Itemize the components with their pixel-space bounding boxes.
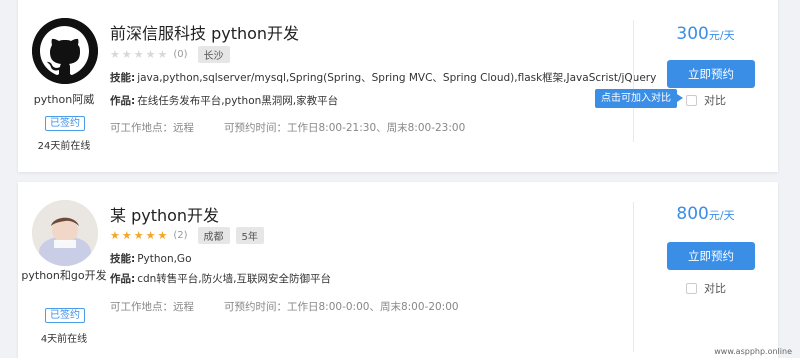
rating-stars: ★ ★ ★ ★ ★ (2) 成都 5年 <box>110 227 270 244</box>
meta-line: 可工作地点：远程 可预约时间：工作日8:00-21:30、周末8:00-23:00 <box>110 120 495 135</box>
username[interactable]: python和go开发 <box>18 268 110 283</box>
work-location: 可工作地点：远程 <box>110 301 194 313</box>
listing-title[interactable]: 前深信服科技 python开发 <box>110 20 299 44</box>
listing-card[interactable]: python和go开发 已签约 4天前在线 某 python开发 ★ ★ ★ ★… <box>18 182 778 358</box>
star-icon: ★ <box>157 48 168 61</box>
skills-label: 技能: <box>110 72 136 84</box>
skills-text: Python,Go <box>137 253 192 265</box>
works-label: 作品: <box>110 95 136 107</box>
star-icon: ★ <box>157 229 168 242</box>
works-text: 在线任务发布平台,python黑洞网,家教平台 <box>137 95 339 107</box>
works-line: 作品: cdn转售平台,防火墙,互联网安全防御平台 <box>110 271 331 286</box>
price: 300元/天 <box>633 24 778 44</box>
experience-tag: 5年 <box>235 227 264 244</box>
works-line: 作品: 在线任务发布平台,python黑洞网,家教平台 <box>110 93 338 108</box>
compare-checkbox[interactable] <box>686 94 697 106</box>
location-tag: 长沙 <box>197 46 230 63</box>
skills-line: 技能: java,python,sqlserver/mysql,Spring(Sp… <box>110 70 656 85</box>
online-status: 4天前在线 <box>40 334 88 345</box>
listing-card[interactable]: python阿威 已签约 24天前在线 前深信服科技 python开发 ★ ★ … <box>18 0 778 172</box>
star-icon: ★ <box>145 229 156 242</box>
star-icon: ★ <box>110 229 120 242</box>
compare-tooltip: 点击可加入对比 <box>595 89 683 108</box>
compare-toggle[interactable]: 对比 <box>686 280 726 296</box>
username[interactable]: python阿威 <box>18 92 110 107</box>
star-icon: ★ <box>133 48 144 61</box>
github-octocat-icon[interactable] <box>32 18 98 84</box>
rating-count: (0) <box>173 49 188 60</box>
book-now-button[interactable]: 立即预约 <box>667 60 755 88</box>
location-tag: 成都 <box>197 227 230 244</box>
rating-count: (2) <box>173 230 188 241</box>
price-value: 300 <box>676 24 709 44</box>
compare-toggle[interactable]: 对比 <box>686 92 726 108</box>
price-unit: 元/天 <box>708 209 735 222</box>
signed-badge: 已签约 <box>45 116 85 131</box>
star-icon: ★ <box>110 48 120 61</box>
compare-label: 对比 <box>704 282 726 295</box>
watermark: www.aspphp.online <box>714 347 792 356</box>
meta-line: 可工作地点：远程 可预约时间：工作日8:00-0:00、周末8:00-20:00 <box>110 299 489 314</box>
star-icon: ★ <box>145 48 156 61</box>
work-location: 可工作地点：远程 <box>110 122 194 134</box>
available-time: 可预约时间：工作日8:00-21:30、周末8:00-23:00 <box>224 122 466 134</box>
rating-stars: ★ ★ ★ ★ ★ (0) 长沙 <box>110 46 236 63</box>
listing-title[interactable]: 某 python开发 <box>110 202 219 226</box>
skills-text: java,python,sqlserver/mysql,Spring(Sprin… <box>137 72 657 84</box>
online-status: 24天前在线 <box>37 141 91 152</box>
price-value: 800 <box>676 204 709 224</box>
price: 800元/天 <box>633 204 778 224</box>
available-time: 可预约时间：工作日8:00-0:00、周末8:00-20:00 <box>224 301 459 313</box>
works-text: cdn转售平台,防火墙,互联网安全防御平台 <box>137 273 331 285</box>
compare-checkbox[interactable] <box>686 282 697 294</box>
book-now-button[interactable]: 立即预约 <box>667 242 755 270</box>
divider <box>633 202 634 352</box>
compare-label: 对比 <box>704 94 726 107</box>
child-photo-avatar[interactable] <box>32 200 98 266</box>
star-icon: ★ <box>133 229 144 242</box>
star-icon: ★ <box>121 229 132 242</box>
signed-badge: 已签约 <box>45 308 85 323</box>
price-unit: 元/天 <box>708 29 735 42</box>
skills-label: 技能: <box>110 253 136 265</box>
works-label: 作品: <box>110 273 136 285</box>
skills-line: 技能: Python,Go <box>110 251 192 266</box>
star-icon: ★ <box>121 48 132 61</box>
